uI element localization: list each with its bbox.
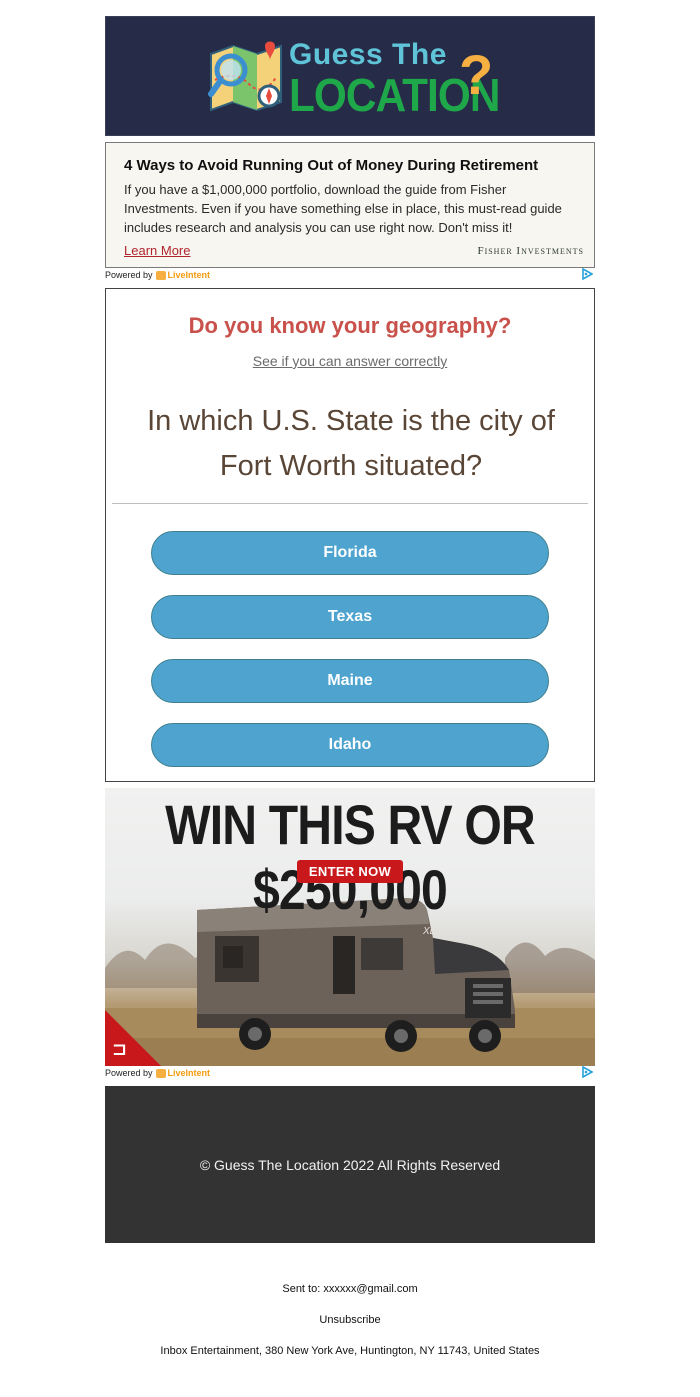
logo-text-guess: Guess The bbox=[289, 38, 447, 71]
adchoices-icon[interactable] bbox=[581, 268, 593, 280]
powered-by-bar-2: Powered by LiveIntent bbox=[105, 1066, 595, 1080]
answer-button-idaho[interactable]: Idaho bbox=[151, 723, 549, 767]
liveintent-logo[interactable]: LiveIntent bbox=[155, 1068, 210, 1078]
unsubscribe-link[interactable]: Unsubscribe bbox=[0, 1314, 700, 1326]
powered-by-label: Powered by bbox=[105, 270, 153, 280]
map-icon bbox=[208, 41, 282, 112]
powered-by-label: Powered by bbox=[105, 1068, 153, 1078]
divider bbox=[112, 503, 588, 504]
rv-badge-text: XL bbox=[422, 926, 435, 937]
answer-button-texas[interactable]: Texas bbox=[151, 595, 549, 639]
rv-headline: WIN THIS RV OR $250,000 bbox=[165, 793, 536, 921]
sponsored-ad-retirement[interactable]: 4 Ways to Avoid Running Out of Money Dur… bbox=[105, 142, 595, 268]
quiz-subheading-link[interactable]: See if you can answer correctly bbox=[106, 353, 594, 369]
quiz-card: Do you know your geography? See if you c… bbox=[105, 288, 595, 782]
site-logo[interactable]: Guess The LOCATION ? bbox=[205, 28, 500, 124]
ad-body: If you have a $1,000,000 portfolio, down… bbox=[124, 182, 562, 235]
brand-corner-icon: ⊐ bbox=[112, 1039, 128, 1059]
powered-by-bar: Powered by LiveIntent bbox=[105, 268, 595, 282]
adchoices-icon[interactable] bbox=[581, 1066, 593, 1078]
learn-more-link[interactable]: Learn More bbox=[124, 243, 190, 258]
enter-now-button[interactable]: ENTER NOW bbox=[297, 860, 403, 883]
ad-title[interactable]: 4 Ways to Avoid Running Out of Money Dur… bbox=[124, 157, 576, 174]
advertiser-brand: Fisher Investments bbox=[477, 245, 584, 257]
rv-sweepstakes-ad[interactable]: XL WIN THIS RV OR $250,000 ENTER NOW ⊐ bbox=[105, 788, 595, 1066]
logo-question-mark: ? bbox=[459, 43, 494, 106]
liveintent-logo[interactable]: LiveIntent bbox=[155, 270, 210, 280]
answer-button-florida[interactable]: Florida bbox=[151, 531, 549, 575]
footer: © Guess The Location 2022 All Rights Res… bbox=[105, 1086, 595, 1243]
quiz-heading: Do you know your geography? bbox=[188, 313, 512, 338]
answer-button-maine[interactable]: Maine bbox=[151, 659, 549, 703]
liveintent-icon bbox=[155, 270, 166, 280]
copyright-text: © Guess The Location 2022 All Rights Res… bbox=[199, 1156, 501, 1173]
sender-address: Inbox Entertainment, 380 New York Ave, H… bbox=[160, 1345, 540, 1357]
header-banner[interactable]: Guess The LOCATION ? bbox=[105, 16, 595, 136]
liveintent-icon bbox=[155, 1068, 166, 1078]
sent-to-text: Sent to: xxxxxx@gmail.com bbox=[282, 1283, 418, 1295]
quiz-question: In which U.S. State is the city of Fort … bbox=[147, 405, 555, 482]
